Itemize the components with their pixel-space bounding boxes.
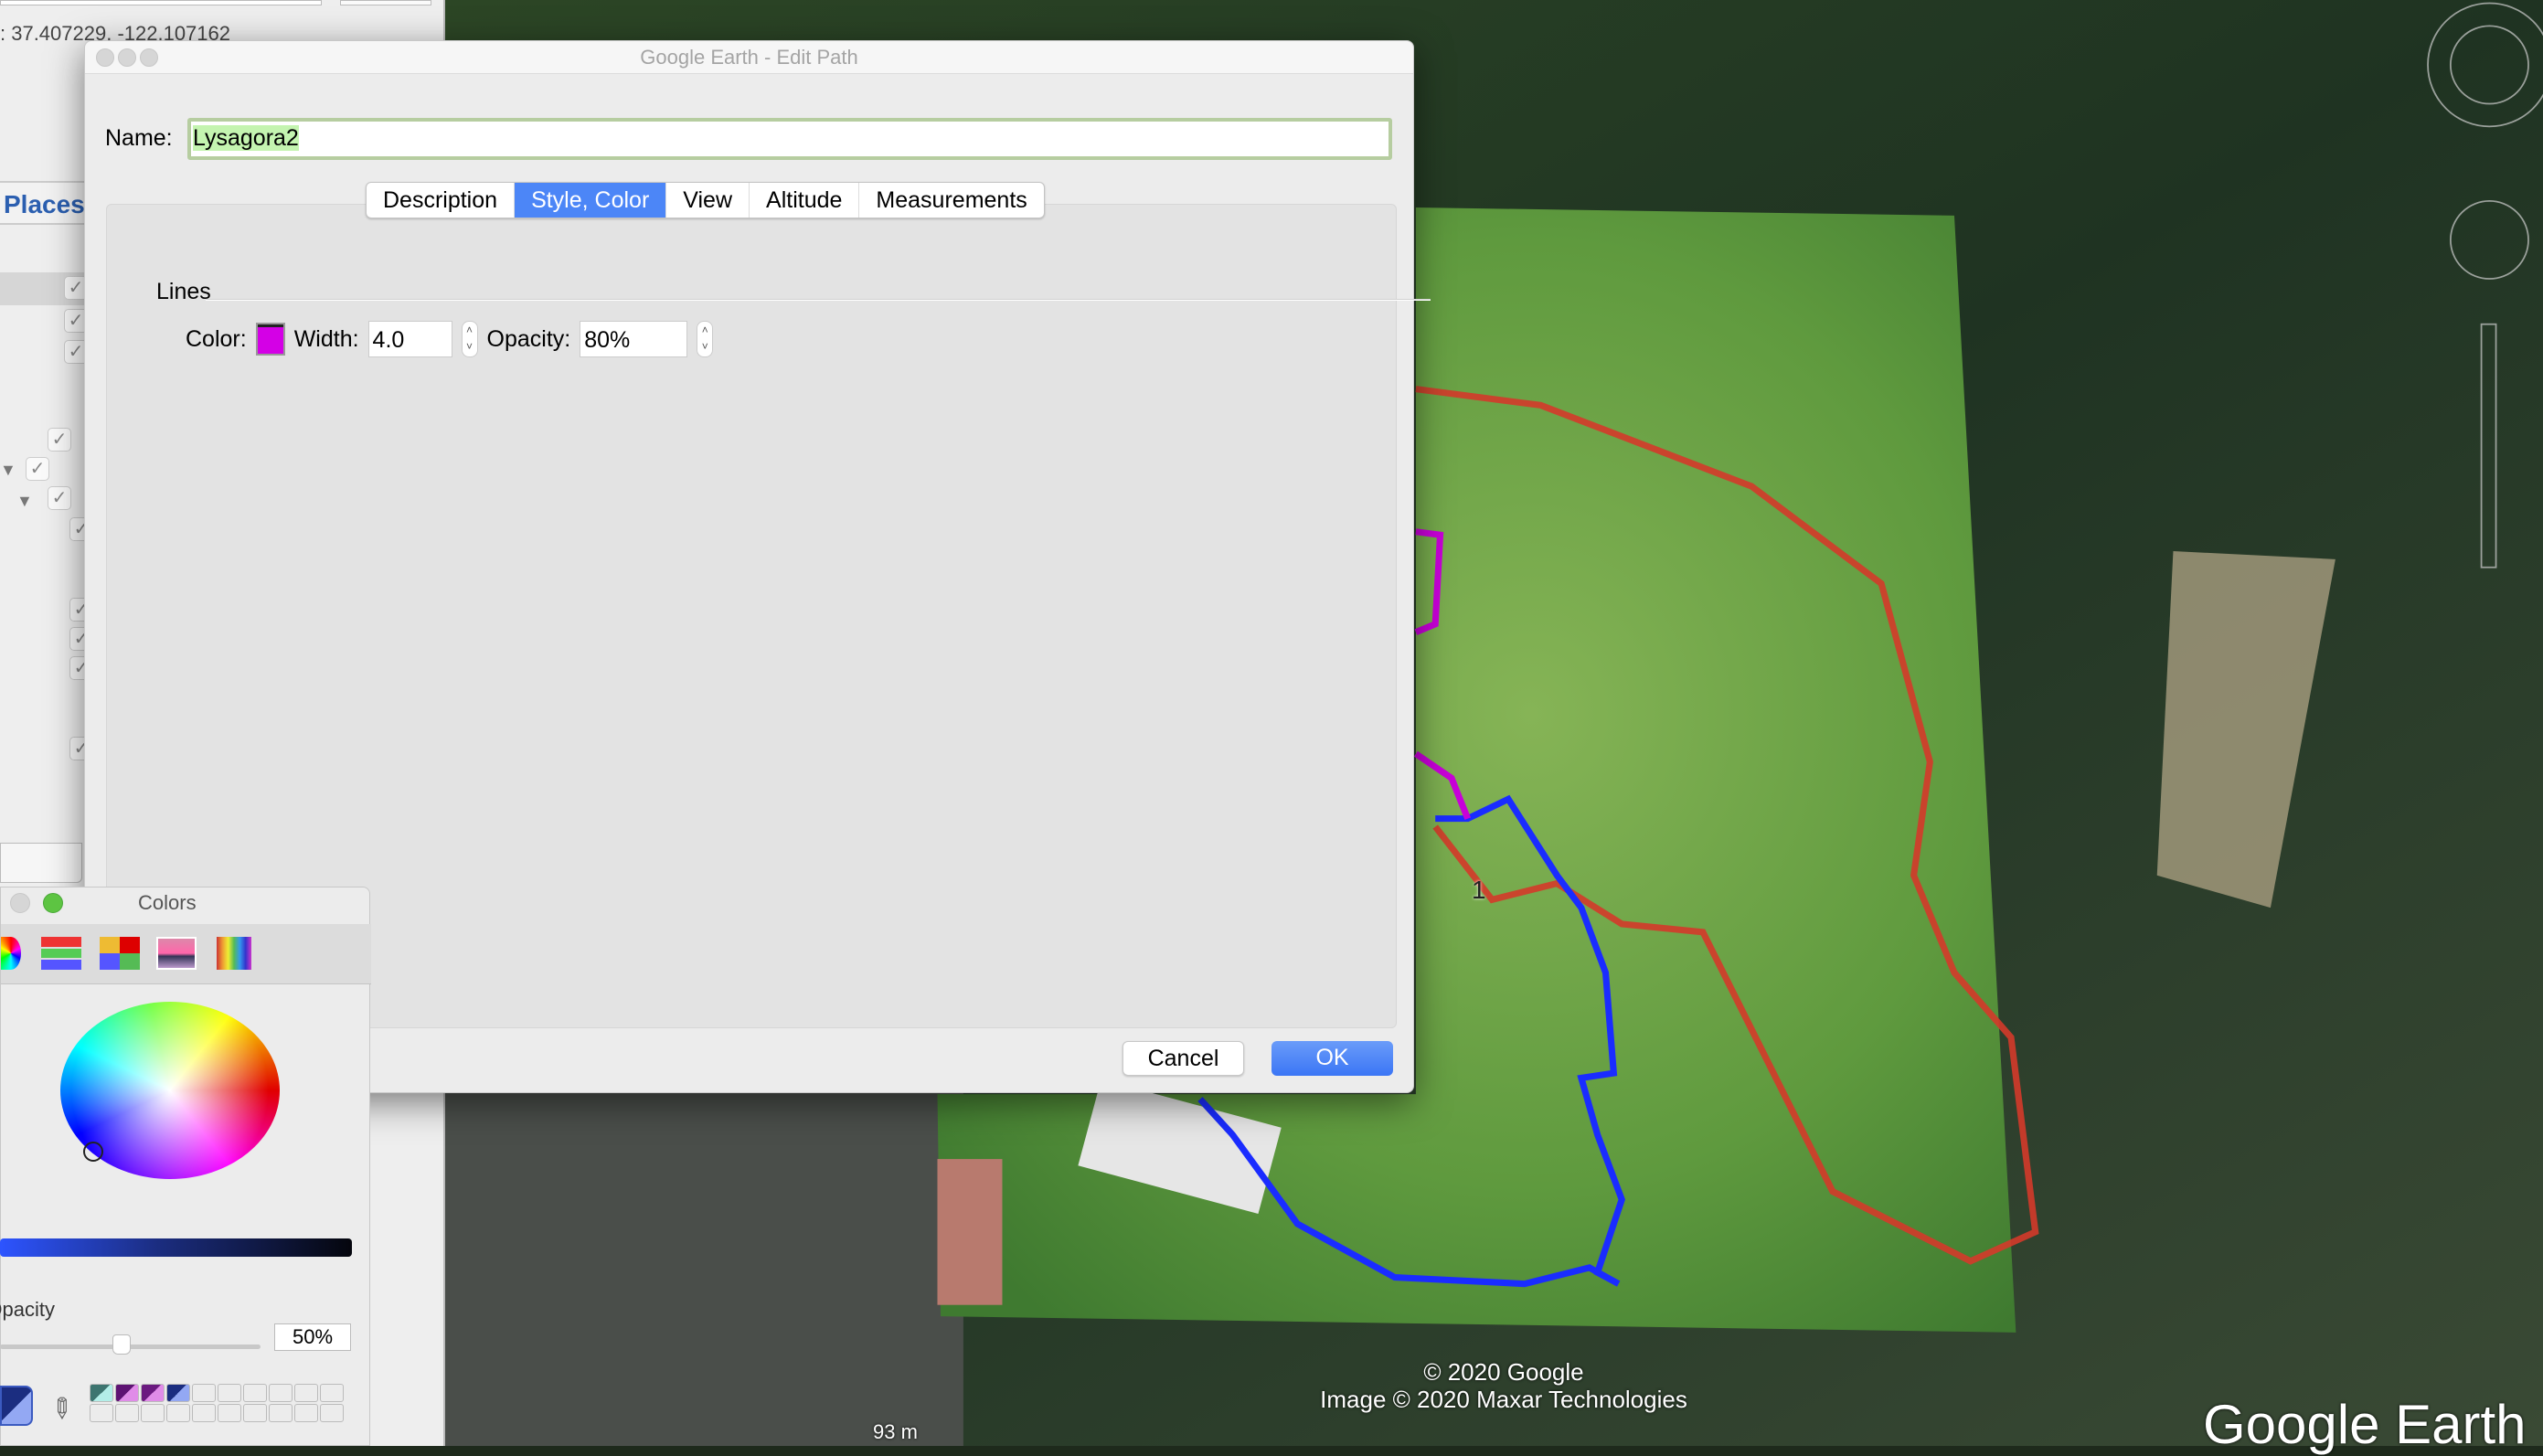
tab-measurements[interactable]: Measurements <box>859 183 1043 218</box>
width-label: Width: <box>294 326 359 353</box>
swatch-well[interactable] <box>115 1384 139 1402</box>
search-button[interactable] <box>340 0 431 5</box>
ok-button[interactable]: OK <box>1272 1041 1393 1076</box>
title-bar: Google Earth - Edit Path <box>85 41 1413 74</box>
color-wheel-tab-icon[interactable] <box>1 937 21 970</box>
name-value: Lysagora2 <box>193 125 299 151</box>
name-input[interactable]: Lysagora2 <box>187 118 1392 160</box>
imagery-credit: Image © 2020 Maxar Technologies <box>1280 1386 1728 1414</box>
zoom-button[interactable] <box>140 48 158 67</box>
image-palettes-tab-icon[interactable] <box>156 937 197 970</box>
path-marker-label: 1 <box>1472 876 1486 905</box>
empty-swatch-well[interactable] <box>218 1384 241 1402</box>
colors-opacity-label: Opacity <box>0 1298 55 1327</box>
section-divider <box>206 299 1431 301</box>
google-earth-logo: Google Earth <box>2203 1393 2527 1456</box>
expand-triangle-icon[interactable]: ▼ <box>0 461 16 480</box>
empty-swatch-well[interactable] <box>218 1404 241 1422</box>
tab-view[interactable]: View <box>666 183 750 218</box>
place-checkbox[interactable]: ✓ <box>48 428 71 452</box>
places-header[interactable]: Places <box>0 181 84 225</box>
colors-panel: Colors <box>0 887 370 1446</box>
tab-altitude[interactable]: Altitude <box>750 183 859 218</box>
pencils-tab-icon[interactable] <box>217 937 251 970</box>
empty-swatch-well[interactable] <box>269 1384 293 1402</box>
empty-swatch-well[interactable] <box>269 1404 293 1422</box>
empty-swatch-well[interactable] <box>192 1404 216 1422</box>
cancel-button[interactable]: Cancel <box>1123 1041 1244 1076</box>
crosshair-icon[interactable] <box>83 1142 103 1162</box>
empty-swatch-well[interactable] <box>294 1384 318 1402</box>
opacity-label: Opacity: <box>487 326 571 353</box>
empty-swatch-well[interactable] <box>243 1404 267 1422</box>
colors-title: Colors <box>138 891 197 915</box>
empty-swatch-well[interactable] <box>294 1404 318 1422</box>
empty-swatch-well[interactable] <box>115 1404 139 1422</box>
empty-swatch-well[interactable] <box>243 1384 267 1402</box>
empty-swatch-well[interactable] <box>90 1404 113 1422</box>
empty-swatch-well[interactable] <box>192 1384 216 1402</box>
colors-opacity-value[interactable]: 50% <box>274 1323 351 1351</box>
color-label: Color: <box>186 326 247 353</box>
expand-triangle-icon[interactable]: ▼ <box>16 492 33 511</box>
width-input[interactable]: 4.0 <box>368 321 452 357</box>
search-field[interactable] <box>0 0 322 5</box>
swatch-well[interactable] <box>166 1384 190 1402</box>
minimize-button[interactable] <box>118 48 136 67</box>
brightness-slider[interactable] <box>0 1238 352 1257</box>
palettes-tab-icon[interactable] <box>100 937 140 970</box>
map-copyright: © 2020 Google <box>1298 1358 1709 1387</box>
color-swatch[interactable] <box>256 323 285 356</box>
tab-description[interactable]: Description <box>367 183 515 218</box>
empty-swatch-well[interactable] <box>320 1404 344 1422</box>
swatch-well[interactable] <box>90 1384 113 1402</box>
minimize-button[interactable] <box>10 893 30 913</box>
colors-toolbar <box>1 924 371 984</box>
empty-swatch-well[interactable] <box>166 1404 190 1422</box>
dialog-title: Google Earth - Edit Path <box>85 41 1413 74</box>
zoom-button[interactable] <box>43 893 63 913</box>
tab-bar: Description Style, Color View Altitude M… <box>366 182 1045 218</box>
sidebar-toolbar[interactable] <box>0 843 82 883</box>
close-button[interactable] <box>96 48 114 67</box>
scale-label: 93 m <box>873 1420 918 1444</box>
opacity-stepper[interactable]: ˄˅ <box>697 321 713 357</box>
tab-style-color[interactable]: Style, Color <box>515 183 666 218</box>
empty-swatch-well[interactable] <box>320 1384 344 1402</box>
name-label: Name: <box>105 125 173 152</box>
place-checkbox[interactable]: ✓ <box>26 457 49 481</box>
current-color-well[interactable] <box>0 1386 33 1426</box>
place-checkbox[interactable]: ✓ <box>48 486 71 510</box>
opacity-slider-knob[interactable] <box>112 1334 131 1355</box>
empty-swatch-well[interactable] <box>141 1404 165 1422</box>
lines-section-label: Lines <box>156 279 211 305</box>
width-stepper[interactable]: ˄˅ <box>462 321 478 357</box>
swatch-well[interactable] <box>141 1384 165 1402</box>
sliders-tab-icon[interactable] <box>41 937 81 970</box>
opacity-input[interactable]: 80% <box>580 321 687 357</box>
